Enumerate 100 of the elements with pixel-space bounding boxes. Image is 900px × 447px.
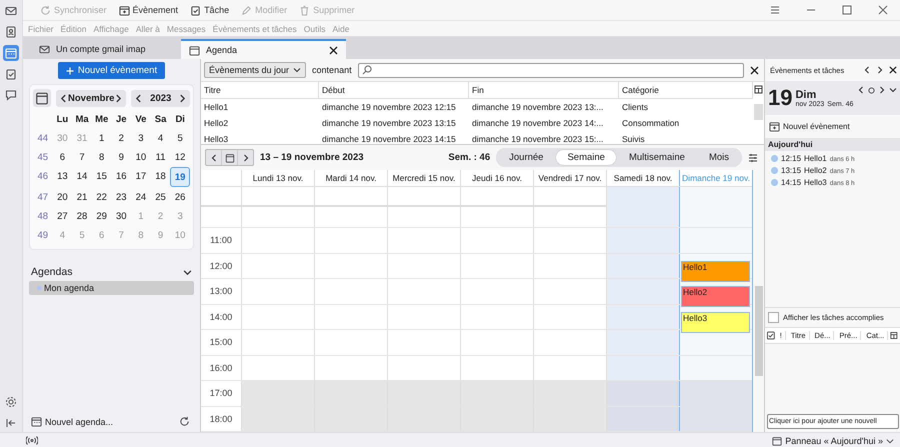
filter-dropdown[interactable]: Évènements du jour (204, 62, 306, 78)
event-title[interactable]: Hello2 (804, 166, 827, 175)
next-day-icon[interactable] (878, 86, 886, 94)
column-header[interactable]: Début (319, 82, 469, 98)
tab[interactable]: Un compte gmail imap (31, 39, 181, 59)
online-status-icon[interactable] (26, 436, 38, 445)
close-icon[interactable] (329, 46, 338, 54)
new-event-button[interactable]: Nouvel évènement (765, 115, 900, 138)
calendar-day[interactable]: 11 (150, 148, 170, 166)
calendar-event[interactable]: Hello2 (681, 286, 750, 307)
calendar-day[interactable]: 9 (112, 148, 132, 166)
column-picker-icon[interactable] (890, 331, 898, 340)
time-slot[interactable] (533, 381, 606, 406)
chevron-down-icon[interactable] (183, 268, 192, 276)
event-time[interactable]: 12:15 (781, 154, 802, 163)
time-slot[interactable] (606, 202, 679, 227)
calendar-day[interactable]: 30 (112, 207, 132, 225)
menu-icon[interactable] (770, 5, 780, 15)
calendar-icon[interactable] (3, 45, 19, 61)
calendar-day[interactable]: 3 (131, 129, 151, 147)
next-icon[interactable] (876, 66, 884, 74)
previous-month-icon[interactable] (59, 94, 68, 102)
previous-year-icon[interactable] (134, 94, 144, 102)
settings-icon[interactable] (5, 396, 17, 408)
close-icon[interactable] (889, 66, 897, 74)
calendar-day[interactable]: 14 (72, 167, 92, 185)
sync-icon[interactable] (179, 416, 190, 427)
view-options-icon[interactable] (748, 152, 758, 162)
calendar-day[interactable]: 13 (52, 167, 72, 185)
time-slot[interactable] (606, 228, 679, 252)
time-slot[interactable] (606, 254, 679, 278)
calendar-day[interactable]: 2 (112, 129, 132, 147)
new-event-toolbar-button[interactable]: Évènement (114, 2, 184, 18)
close-icon[interactable] (750, 66, 759, 74)
calendar-today-icon[interactable] (33, 89, 51, 107)
new-agenda-button[interactable]: Nouvel agenda... (29, 415, 116, 428)
time-slot[interactable] (679, 228, 752, 252)
time-slot[interactable] (460, 381, 533, 406)
calendar-day[interactable]: 7 (72, 148, 92, 166)
collapse-icon[interactable] (5, 417, 17, 429)
next-year-icon[interactable] (178, 94, 187, 102)
checkbox-icon[interactable] (767, 331, 775, 340)
event-time[interactable]: 13:15 (781, 166, 802, 175)
calendar-day[interactable]: 15 (92, 167, 112, 185)
view-tab[interactable]: Semaine (556, 150, 616, 165)
calendar-event[interactable]: Hello1 (681, 260, 750, 282)
view-tab[interactable]: Multisemaine (618, 150, 696, 165)
time-slot[interactable] (241, 406, 314, 431)
calendar-day[interactable]: 18 (150, 167, 170, 185)
calendar-day[interactable]: 20 (52, 188, 72, 206)
agenda-name[interactable]: Mon agenda (44, 283, 94, 293)
time-slot[interactable] (606, 330, 679, 354)
checkbox[interactable] (768, 312, 779, 323)
calendar-day[interactable]: 4 (150, 129, 170, 147)
column-picker-icon[interactable] (754, 85, 763, 94)
agenda-item[interactable]: Mon agenda (29, 281, 194, 295)
column-header[interactable]: Catégorie (619, 82, 753, 98)
calendar-day[interactable]: 26 (170, 188, 190, 206)
calendar-day[interactable]: 17 (131, 167, 151, 185)
time-slot[interactable] (606, 279, 679, 304)
calendar-day[interactable]: 29 (92, 207, 112, 225)
calendar-day[interactable]: 28 (72, 207, 92, 225)
view-tab[interactable]: Mois (698, 150, 740, 165)
view-tab[interactable]: Journée (498, 150, 554, 165)
calendar-day[interactable]: 24 (131, 188, 151, 206)
previous-day-icon[interactable] (857, 86, 865, 94)
time-slot[interactable] (606, 304, 679, 329)
section-header[interactable]: Aujourd'hui (765, 138, 900, 151)
today-pane-toggle-button[interactable]: Panneau « Aujourd'hui » (770, 434, 896, 446)
calendar-day[interactable]: 21 (72, 188, 92, 206)
scrollbar[interactable] (755, 286, 763, 376)
calendar-day[interactable]: 23 (112, 188, 132, 206)
calendar-day[interactable]: 1 (92, 129, 112, 147)
calendar-day[interactable]: 10 (131, 148, 151, 166)
calendar-day[interactable]: 5 (170, 129, 190, 147)
today-circle-icon[interactable] (868, 86, 875, 94)
time-slot[interactable] (241, 381, 314, 406)
tab[interactable]: Agenda (181, 39, 346, 59)
time-slot[interactable] (606, 381, 679, 406)
time-slot[interactable] (679, 202, 752, 227)
calendar-day[interactable]: 22 (92, 188, 112, 206)
event-title[interactable]: Hello1 (804, 154, 827, 163)
calendar-day[interactable]: 12 (170, 148, 190, 166)
time-slot[interactable] (679, 381, 752, 406)
calendar-day[interactable]: 27 (52, 207, 72, 225)
column-header[interactable]: Fin (469, 82, 619, 98)
scrollbar[interactable] (754, 104, 763, 120)
time-slot[interactable] (606, 356, 679, 380)
calendar-day[interactable]: 6 (52, 148, 72, 166)
time-slot[interactable] (679, 406, 752, 431)
previous-icon[interactable] (863, 66, 871, 74)
calendar-day[interactable]: 8 (92, 148, 112, 166)
chevron-down-icon[interactable] (889, 86, 897, 94)
time-slot[interactable] (387, 381, 460, 406)
time-slot[interactable] (314, 381, 387, 406)
time-slot[interactable] (606, 406, 679, 431)
calendar-day[interactable]: 16 (112, 167, 132, 185)
column-header[interactable]: Titre (201, 82, 319, 98)
event-time[interactable]: 14:15 (781, 178, 802, 187)
new-task-toolbar-button[interactable]: Tâche (185, 2, 234, 18)
